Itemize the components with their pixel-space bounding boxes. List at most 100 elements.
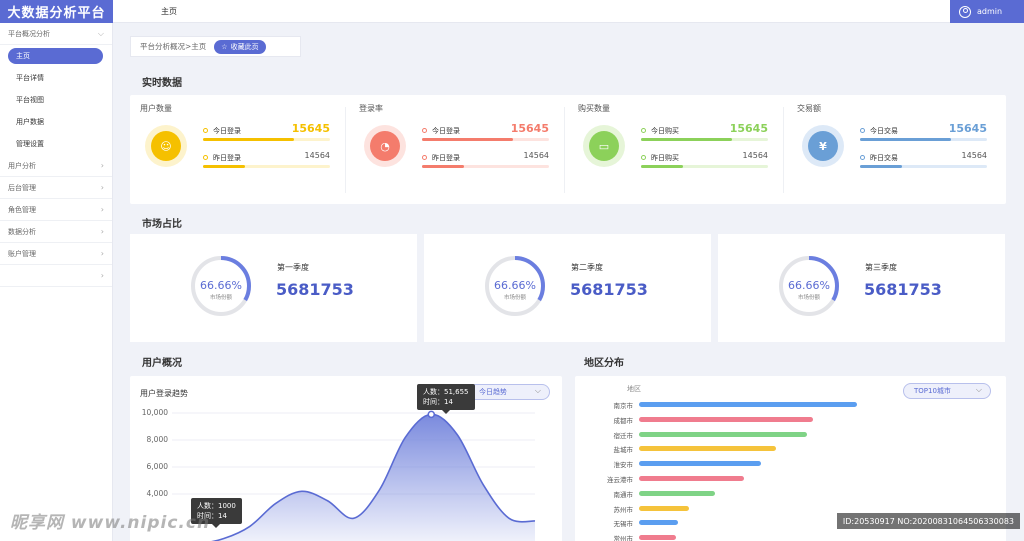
city-label: 南通市 <box>613 490 634 499</box>
breadcrumb-path[interactable]: 平台分析概况>主页 <box>140 41 206 52</box>
metric-progress-fill <box>203 138 295 141</box>
realtime-metric-row: 昨日登录 14564 <box>203 151 330 172</box>
star-icon: ☆ <box>221 42 228 51</box>
breadcrumb: 平台分析概况>主页 ☆ 收藏此页 <box>130 36 301 57</box>
market-share-percent: 66.66% <box>494 279 536 292</box>
city-bar <box>639 416 814 422</box>
city-label: 苏州市 <box>613 505 634 514</box>
peak-tooltip: 人数：51,655 时间：14 <box>417 384 475 414</box>
metric-label: 昨日登录 <box>432 154 460 162</box>
peak-tooltip-time: 时间：14 <box>423 398 453 406</box>
bullet-icon <box>422 128 427 133</box>
market-card: 66.66% 市场份额 第三季度 5681753 <box>718 234 1005 342</box>
chevron-right-icon: › <box>100 205 104 214</box>
realtime-metric-row: 昨日登录 14564 <box>422 151 549 172</box>
bullet-icon <box>860 128 865 133</box>
realtime-card-label: 交易额 <box>797 104 821 113</box>
sidebar-item[interactable]: 管理设置 <box>0 133 112 155</box>
metric-progress-track <box>860 165 987 168</box>
chevron-right-icon: › <box>100 271 104 280</box>
realtime-card-label: 登录率 <box>359 104 383 113</box>
market-share-label: 市场份额 <box>503 295 526 301</box>
peak-marker <box>427 410 436 419</box>
user-menu[interactable]: admin <box>950 0 1024 23</box>
sidebar-group-label: 角色管理 <box>8 205 36 214</box>
sidebar-group[interactable]: 角色管理 › <box>0 199 112 221</box>
user-icon: ☺ <box>151 131 181 161</box>
sidebar-item[interactable]: 平台视图 <box>0 89 112 111</box>
sidebar-item[interactable]: 用户数据 <box>0 111 112 133</box>
top-bar: 主页 admin <box>113 0 1024 23</box>
region-header: 地区 <box>627 385 641 393</box>
metric-value: 15645 <box>948 122 987 135</box>
realtime-metric-row: 昨日交易 14564 <box>860 151 987 172</box>
metric-progress-fill <box>860 138 952 141</box>
city-label: 成都市 <box>613 416 634 425</box>
chevron-down-icon: ⌵ <box>97 28 104 38</box>
metric-progress-track <box>641 165 768 168</box>
sidebar-item[interactable]: 主页 <box>8 48 103 64</box>
metric-label: 昨日登录 <box>213 154 241 162</box>
sidebar-item-label: 管理设置 <box>16 140 44 148</box>
metric-progress-track <box>860 138 987 141</box>
market-section-title: 市场占比 <box>142 219 182 230</box>
region-section-title: 地区分布 <box>584 358 624 369</box>
sidebar-group[interactable]: 平台概况分析 ⌵ <box>0 23 112 45</box>
bullet-icon <box>422 155 427 160</box>
metric-progress-fill <box>641 138 733 141</box>
metric-value: 15645 <box>510 122 549 135</box>
main-content: 平台分析概况>主页 ☆ 收藏此页 实时数据 用户数量 ☺ 今日登录 15645 昨日登录… <box>113 23 1024 541</box>
sidebar-group[interactable]: 账户管理 › <box>0 243 112 265</box>
sidebar-group[interactable]: 数据分析 › <box>0 221 112 243</box>
market-value: 5681753 <box>864 280 942 299</box>
realtime-icon-circle: ☺ <box>145 125 187 167</box>
metric-value: 15645 <box>729 122 768 135</box>
market-card: 66.66% 市场份额 第一季度 5681753 <box>130 234 417 342</box>
market-value: 5681753 <box>276 280 354 299</box>
city-bar <box>639 431 807 437</box>
user-overview-title: 用户概况 <box>142 358 182 369</box>
metric-value: 15645 <box>291 122 330 135</box>
bullet-icon <box>203 128 208 133</box>
metric-progress-fill <box>641 165 683 168</box>
sidebar-group[interactable]: 用户分析 › <box>0 155 112 177</box>
metric-progress-track <box>422 138 549 141</box>
metric-progress-track <box>203 165 330 168</box>
card-divider <box>345 107 346 193</box>
favorite-label: 收藏此页 <box>230 42 259 51</box>
realtime-card: 交易额 ¥ 今日交易 15645 昨日交易 14564 <box>797 95 1016 205</box>
chevron-right-icon: › <box>100 161 104 170</box>
metric-label: 今日登录 <box>432 127 460 135</box>
sidebar-group-label: 后台管理 <box>8 183 36 192</box>
city-bar <box>639 520 679 526</box>
realtime-card: 登录率 ◔ 今日登录 15645 昨日登录 14564 <box>359 95 578 205</box>
sidebar-item[interactable]: 平台详情 <box>0 67 112 89</box>
sidebar-group-label: 用户分析 <box>8 161 36 170</box>
market-panel: 66.66% 市场份额 第一季度 5681753 66.66% 市场份额 第二季度 56817… <box>130 234 1006 342</box>
market-share-percent: 66.66% <box>200 279 242 292</box>
bullet-icon <box>641 155 646 160</box>
bullet-icon <box>203 155 208 160</box>
city-label: 淮安市 <box>613 461 634 470</box>
city-label: 无锡市 <box>613 520 634 529</box>
sidebar-group[interactable]: › <box>0 265 112 287</box>
city-label: 常州市 <box>613 535 634 541</box>
metric-label: 今日交易 <box>870 127 898 135</box>
sidebar-group-label: 平台概况分析 <box>8 29 50 38</box>
realtime-metric-row: 今日购买 15645 <box>641 122 768 145</box>
favorite-button[interactable]: ☆ 收藏此页 <box>214 39 266 54</box>
sidebar-item-label: 用户数据 <box>16 118 44 126</box>
sidebar: 平台概况分析 ⌵ 主页 平台详情 平台视图 用户数据 管理设置 用户分析 › 后台管理 › 角色管理 ›… <box>0 23 113 541</box>
metric-value: 14564 <box>742 151 768 160</box>
sidebar-group[interactable]: 后台管理 › <box>0 177 112 199</box>
metric-progress-fill <box>422 138 514 141</box>
metric-value: 14564 <box>523 151 549 160</box>
card-divider <box>783 107 784 193</box>
market-card: 66.66% 市场份额 第二季度 5681753 <box>424 234 711 342</box>
region-top-select[interactable]: TOP10城市 ⌵ <box>903 383 991 399</box>
city-bar <box>639 476 744 481</box>
site-logo-watermark: 昵享网 www.nipic.cn <box>10 513 211 533</box>
realtime-icon-circle: ◔ <box>364 125 406 167</box>
metric-label: 昨日交易 <box>870 154 898 162</box>
topbar-home-link[interactable]: 主页 <box>161 6 177 17</box>
